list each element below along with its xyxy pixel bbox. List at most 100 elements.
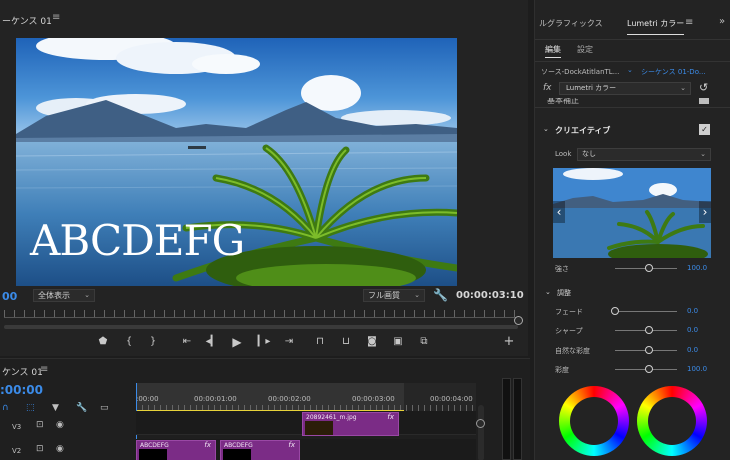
fade-slider-track[interactable] [615, 311, 677, 312]
lift-icon[interactable]: ⊓ [312, 334, 328, 350]
chevron-down-icon[interactable]: ⌄ [627, 66, 633, 74]
timeline-scroll-handle[interactable] [476, 419, 485, 428]
chevron-right-icon[interactable]: › [699, 201, 711, 223]
subtab-settings[interactable]: 設定 [577, 44, 593, 55]
sharpen-label: シャープ [555, 327, 583, 335]
captions-icon[interactable]: ▭ [100, 403, 109, 413]
monitor-menu-icon[interactable]: ≡ [52, 12, 60, 23]
overlay-title-text[interactable]: ABCDEFG [30, 216, 245, 265]
export-frame-icon[interactable]: ⧉ [416, 334, 432, 350]
basic-correction-checkbox[interactable] [699, 98, 709, 104]
mark-in-icon[interactable]: { [121, 334, 137, 350]
track-header-v2: V2 ⊡ ◉ [0, 439, 136, 460]
timeline-panel: ケンス 01 ≡ :00:00 ∩ ⬚ ▼ 🔧 ▭ :00:00 00:00:0… [0, 358, 530, 460]
chevron-left-icon[interactable]: ‹ [553, 201, 565, 223]
zoom-level-select[interactable]: 全体表示 ⌄ [33, 289, 95, 302]
scrub-zoom-handle[interactable] [514, 316, 523, 325]
reset-icon[interactable]: ↺ [699, 81, 708, 94]
program-viewer[interactable]: ABCDEFG [16, 38, 457, 286]
vibrance-value[interactable]: 0.0 [687, 346, 698, 354]
scrub-zoom-bar[interactable] [4, 325, 518, 329]
more-panels-icon[interactable]: » [719, 16, 725, 27]
tab-lumetri-color[interactable]: Lumetri カラー [627, 18, 685, 35]
creative-section-header[interactable]: ⌄ クリエイティブ ✓ [535, 122, 730, 138]
ruler-label: 00:00:04:00 [430, 395, 473, 403]
fx-icon: fx [204, 441, 211, 449]
playhead-timecode[interactable]: 00 [2, 290, 17, 303]
intensity-slider-handle[interactable] [645, 264, 654, 272]
chevron-down-icon: ⌄ [700, 150, 706, 158]
sequence-clip-label[interactable]: シーケンス 01-Do... [641, 67, 706, 77]
audio-meter-right [513, 378, 522, 460]
timeline-title: ケンス 01 [2, 368, 43, 378]
look-select[interactable]: なし ⌄ [577, 148, 711, 161]
text-clip[interactable]: ABCDEFG fx [220, 440, 300, 460]
look-row: Look なし ⌄ [535, 146, 730, 162]
clip-thumbnail [305, 421, 333, 435]
vibrance-slider-row: 自然な彩度 0.0 [535, 344, 730, 358]
toggle-sync-lock-icon[interactable]: ⊡ [36, 444, 44, 454]
look-label: Look [555, 150, 572, 158]
toggle-sync-lock-icon[interactable]: ⊡ [36, 420, 44, 430]
chevron-down-icon[interactable]: ⌄ [543, 125, 549, 133]
adjust-section-header[interactable]: ⌄ 調整 [535, 286, 730, 300]
eye-icon[interactable]: ◉ [56, 420, 64, 430]
add-button-icon[interactable]: + [501, 334, 517, 350]
add-marker-icon[interactable]: ▼ [52, 403, 59, 413]
monitor-controls-row: 00 全体表示 ⌄ フル画質 ⌄ 🔧 00:00:03:10 [0, 286, 528, 306]
sharpen-slider-handle[interactable] [645, 326, 654, 334]
look-preview-thumbnail[interactable]: ‹ › [553, 168, 711, 258]
text-clip[interactable]: ABCDEFG fx [136, 440, 216, 460]
tab-essential-graphics[interactable]: ルグラフィックス [539, 18, 603, 29]
intensity-label: 強さ [555, 265, 569, 273]
play-icon[interactable]: ▶ [229, 334, 245, 350]
subtab-edit[interactable]: 編集 [545, 44, 561, 58]
ruler-label: 00:00:01:00 [194, 395, 237, 403]
sharpen-slider-row: シャープ 0.0 [535, 324, 730, 338]
snap-icon[interactable]: ∩ [2, 403, 9, 413]
step-back-icon[interactable]: ◂▎ [204, 334, 220, 350]
eye-icon[interactable]: ◉ [56, 444, 64, 454]
creative-enable-checkbox[interactable]: ✓ [699, 124, 710, 135]
step-forward-icon[interactable]: ▎▸ [256, 334, 272, 350]
track-lane-v2[interactable]: ABCDEFG fx ABCDEFG fx [136, 439, 476, 460]
camera-icon[interactable]: ◙ [364, 334, 380, 350]
mark-out-icon[interactable]: } [145, 334, 161, 350]
shadow-tint-color-wheel[interactable] [559, 386, 629, 456]
linked-selection-icon[interactable]: ⬚ [26, 403, 35, 413]
add-marker-icon[interactable]: ⬟ [95, 334, 111, 350]
source-clip-label[interactable]: ソース-DockAtitlanTL... [541, 67, 619, 77]
track-lane-v3[interactable]: 20892461_m.jpg fx [136, 411, 476, 436]
adjust-label: 調整 [557, 289, 571, 297]
creative-label: クリエイティブ [555, 126, 611, 135]
timeline-vertical-scrollbar[interactable] [478, 405, 484, 460]
saturation-slider-row: 彩度 100.0 [535, 363, 730, 377]
image-clip[interactable]: 20892461_m.jpg fx [302, 412, 399, 436]
saturation-slider-handle[interactable] [645, 365, 654, 373]
timeline-ruler[interactable]: :00:00 00:00:01:00 00:00:02:00 00:00:03:… [136, 383, 476, 412]
chevron-down-icon[interactable]: ⌄ [545, 288, 551, 296]
timeline-timecode[interactable]: :00:00 [0, 383, 43, 397]
saturation-value[interactable]: 100.0 [687, 365, 707, 373]
sharpen-value[interactable]: 0.0 [687, 326, 698, 334]
highlight-tint-color-wheel[interactable] [637, 386, 707, 456]
extract-icon[interactable]: ⊔ [338, 334, 354, 350]
timeline-menu-icon[interactable]: ≡ [40, 364, 48, 375]
lumetri-color-panel: ルグラフィックス Lumetri カラー ≡ » 編集 設定 ソース-DockA… [534, 0, 730, 460]
fade-slider-handle[interactable] [611, 307, 619, 315]
lumetri-subtabs: 編集 設定 [535, 40, 730, 62]
intensity-value[interactable]: 100.0 [687, 264, 707, 272]
fade-value[interactable]: 0.0 [687, 307, 698, 315]
playback-resolution-select[interactable]: フル画質 ⌄ [363, 289, 425, 302]
vibrance-slider-handle[interactable] [645, 346, 654, 354]
monitor-scrub-bar[interactable] [0, 306, 528, 332]
wrench-icon[interactable]: 🔧 [433, 288, 448, 302]
go-to-in-icon[interactable]: ⇤ [179, 334, 195, 350]
go-to-out-icon[interactable]: ⇥ [281, 334, 297, 350]
wrench-icon[interactable]: 🔧 [76, 403, 87, 413]
panel-menu-icon[interactable]: ≡ [685, 17, 693, 28]
basic-correction-section[interactable]: 基本補正 [535, 98, 730, 108]
monitor-header: ーケンス 01 ≡ [0, 0, 528, 30]
comparison-view-icon[interactable]: ▣ [390, 334, 406, 350]
effect-select[interactable]: Lumetri カラー ⌄ [559, 82, 691, 95]
